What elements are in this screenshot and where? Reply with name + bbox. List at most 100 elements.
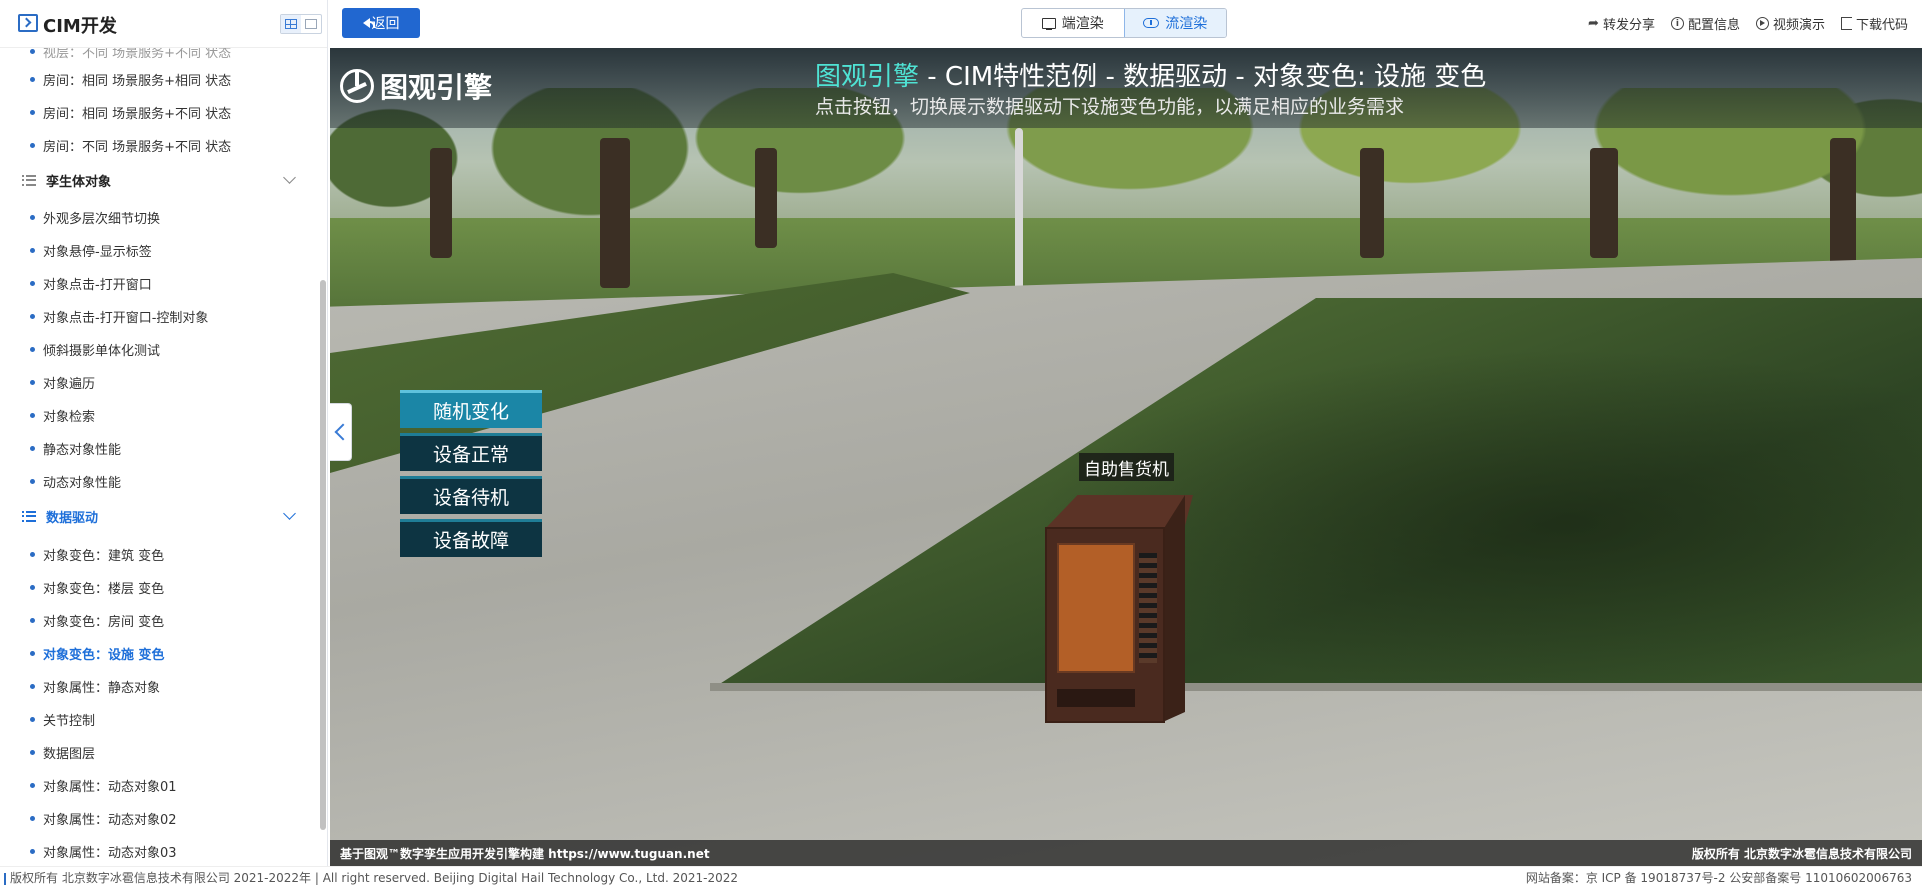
back-button[interactable]: 返回 [342, 8, 420, 38]
sidebar-item[interactable]: 对象变色：房间 变色 [0, 605, 318, 635]
device-fault-button[interactable]: 设备故障 [400, 519, 542, 557]
scene-viewport[interactable]: 图观引擎 图观引擎 - CIM特性范例 - 数据驱动 - 对象变色: 设施 变色… [330, 48, 1922, 866]
exit-icon [1840, 17, 1852, 30]
device-standby-button[interactable]: 设备待机 [400, 476, 542, 514]
bullet-icon [30, 749, 35, 755]
tree-trunk [430, 148, 452, 258]
scene-footer-copyright: 版权所有 北京数字冰雹信息技术有限公司 [1691, 846, 1912, 861]
play-icon [1755, 17, 1769, 30]
bullet-icon [30, 214, 35, 220]
monitor-icon [1041, 17, 1056, 30]
collapse-sidebar-button[interactable] [330, 403, 352, 461]
sidebar-item[interactable]: 关节控制 [0, 704, 318, 734]
sidebar-header: CIM开发 [0, 0, 327, 48]
bullet-icon [30, 109, 35, 115]
sidebar-item[interactable]: 静态对象性能 [0, 433, 318, 463]
client-render-button[interactable]: 端渲染 [1022, 9, 1124, 37]
list-icon [22, 174, 36, 186]
sidebar-item[interactable]: 房间：相同 场景服务+相同 状态 [0, 64, 318, 94]
sidebar-item[interactable]: 动态对象性能 [0, 466, 318, 496]
sidebar-item[interactable]: 对象点击-打开窗口-控制对象 [0, 301, 318, 331]
grid-view-button[interactable] [281, 15, 301, 33]
share-icon: ➦ [1588, 16, 1599, 31]
sidebar-scrollbar[interactable] [320, 280, 326, 830]
scene-footer-credit: 基于图观™数字孪生应用开发引擎构建 https://www.tuguan.net [340, 846, 710, 861]
bullet-icon [30, 412, 35, 418]
footer-mark [4, 872, 6, 885]
sidebar-item[interactable]: 对象属性：动态对象02 [0, 803, 318, 833]
sidebar-item[interactable]: 对象遍历 [0, 367, 318, 397]
bullet-icon [30, 313, 35, 319]
brand: 图观引擎 [340, 66, 492, 106]
download-link[interactable]: 下载代码 [1840, 14, 1908, 33]
sidebar-group-data[interactable]: 数据驱动 [0, 496, 318, 536]
bullet-icon [30, 617, 35, 623]
bullet-icon [30, 280, 35, 286]
bullet-icon [30, 848, 35, 854]
brand-logo-icon [340, 69, 374, 103]
stream-render-button[interactable]: 流渲染 [1123, 9, 1226, 37]
sidebar-item[interactable]: 对象变色：楼层 变色 [0, 572, 318, 602]
sidebar-item[interactable]: 对象属性：动态对象01 [0, 770, 318, 800]
tree-trunk [600, 138, 630, 288]
config-link[interactable]: i 配置信息 [1670, 14, 1740, 33]
sidebar-item[interactable]: 对象悬停-显示标签 [0, 235, 318, 265]
sidebar-item[interactable]: 数据图层 [0, 737, 318, 767]
list-icon [22, 510, 36, 522]
grid-view-icon [285, 19, 297, 29]
bullet-icon [30, 48, 35, 54]
info-icon: i [1670, 17, 1684, 30]
lamp-pole [1015, 128, 1023, 308]
bullet-icon [30, 650, 35, 656]
chevron-down-icon [283, 507, 296, 520]
vending-machine-window [1057, 543, 1135, 673]
bullet-icon [30, 346, 35, 352]
sidebar-title: CIM开发 [43, 16, 117, 37]
bullet-icon [30, 782, 35, 788]
bullet-icon [30, 445, 35, 451]
top-bar: 返回 端渲染 流渲染 ➦ 转发分享 i 配置信息 视频演示 下载代码 [328, 0, 1922, 48]
footer-copyright: 版权所有 北京数字冰雹信息技术有限公司 2021-2022年 | All rig… [4, 869, 738, 886]
bullet-icon [30, 142, 35, 148]
vending-machine-label: 自助售货机 [1079, 453, 1174, 481]
bullet-icon [30, 683, 35, 689]
sidebar-item[interactable]: 对象点击-打开窗口 [0, 268, 318, 298]
bullet-icon [30, 815, 35, 821]
bullet-icon [30, 247, 35, 253]
sidebar-item[interactable]: 外观多层次细节切换 [0, 202, 318, 232]
bullet-icon [30, 716, 35, 722]
sidebar-item[interactable]: 倾斜摄影单体化测试 [0, 334, 318, 364]
vending-machine-slot [1057, 689, 1135, 707]
scene-subline: 点击按钮，切换展示数据驱动下设施变色功能，以满足相应的业务需求 [815, 96, 1405, 118]
share-link[interactable]: ➦ 转发分享 [1588, 14, 1655, 33]
image-view-button[interactable] [301, 15, 321, 33]
sidebar-item[interactable]: 对象变色：建筑 变色 [0, 539, 318, 569]
sidebar-item-active[interactable]: 对象变色：设施 变色 [0, 638, 318, 668]
random-change-button[interactable]: 随机变化 [400, 390, 542, 428]
vending-machine-side [1165, 495, 1185, 721]
sidebar-item[interactable]: 对象检索 [0, 400, 318, 430]
scene-title-band: 图观引擎 图观引擎 - CIM特性范例 - 数据驱动 - 对象变色: 设施 变色… [330, 48, 1922, 128]
image-view-icon [305, 19, 317, 29]
tree-trunk [1590, 148, 1618, 258]
page-footer: 版权所有 北京数字冰雹信息技术有限公司 2021-2022年 | All rig… [0, 866, 1922, 888]
scene-footer: 基于图观™数字孪生应用开发引擎构建 https://www.tuguan.net… [330, 840, 1922, 866]
sidebar-item[interactable]: 对象属性：动态对象03 [0, 836, 318, 866]
sidebar-group-twin[interactable]: 孪生体对象 [0, 160, 318, 200]
tree-trunk [755, 148, 777, 248]
sidebar-item[interactable]: 房间：相同 场景服务+不同 状态 [0, 97, 318, 127]
bullet-icon [30, 478, 35, 484]
render-mode-switch: 端渲染 流渲染 [1021, 8, 1227, 38]
back-arrow-icon [362, 18, 375, 28]
tree-trunk [1360, 148, 1384, 258]
cloud-icon [1143, 18, 1160, 28]
top-links: ➦ 转发分享 i 配置信息 视频演示 下载代码 [1588, 14, 1908, 33]
scene-headline: 图观引擎 - CIM特性范例 - 数据驱动 - 对象变色: 设施 变色 [815, 62, 1487, 92]
video-link[interactable]: 视频演示 [1755, 14, 1825, 33]
vending-machine[interactable]: 自助售货机 [1035, 453, 1193, 723]
view-toggle[interactable] [280, 14, 322, 34]
sidebar-item[interactable]: 对象属性：静态对象 [0, 671, 318, 701]
device-normal-button[interactable]: 设备正常 [400, 433, 542, 471]
bullet-icon [30, 551, 35, 557]
sidebar-item[interactable]: 房间：不同 场景服务+不同 状态 [0, 130, 318, 160]
